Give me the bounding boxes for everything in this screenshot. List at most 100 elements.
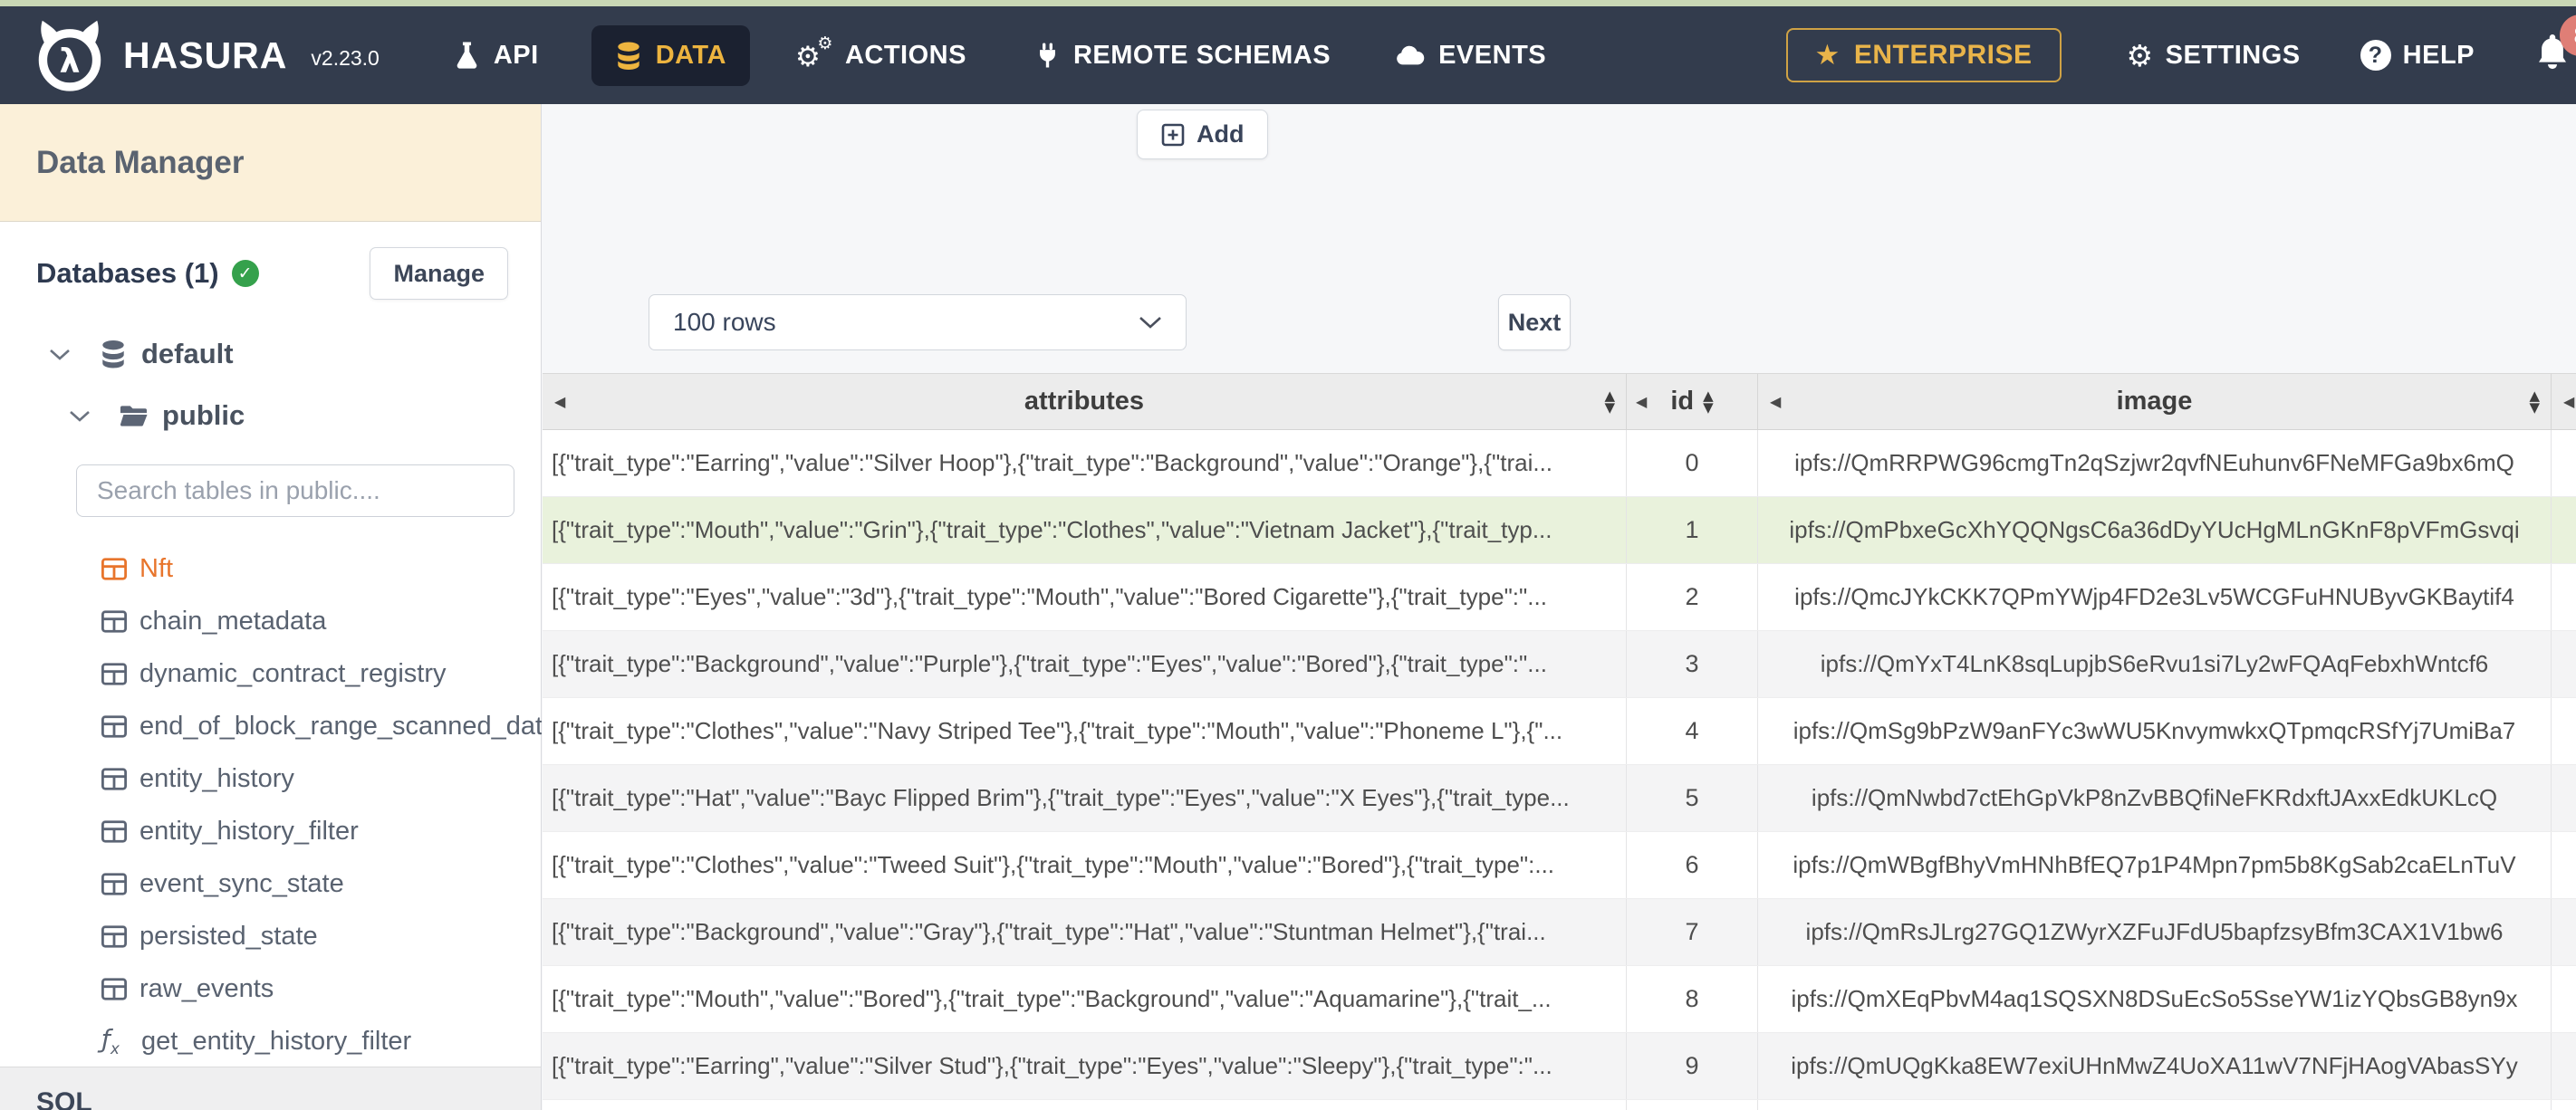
browse-rows-table: attributes id image [{"trait_type":"Earr… bbox=[543, 373, 2576, 1110]
table-item-label: Nft bbox=[139, 553, 174, 583]
nav-item-help[interactable]: ? HELP bbox=[2360, 40, 2475, 71]
database-name: default bbox=[141, 338, 234, 369]
table-item[interactable]: chain_metadata bbox=[0, 595, 541, 647]
flask-icon bbox=[454, 41, 480, 70]
table-item[interactable]: entity_history bbox=[0, 752, 541, 805]
table-row[interactable]: [{"trait_type":"Clothes","value":"Tweed … bbox=[543, 832, 2576, 899]
table-row[interactable]: [{"trait_type":"Background","value":"Gra… bbox=[543, 899, 2576, 966]
cell-overflow bbox=[2552, 564, 2576, 630]
table-item-label: persisted_state bbox=[139, 921, 318, 951]
version-label: v2.23.0 bbox=[311, 45, 380, 70]
cell-overflow bbox=[2552, 966, 2576, 1032]
tree-node-database[interactable]: default bbox=[0, 338, 541, 370]
top-navbar: λ HASURA v2.23.0 API DATA ⚙ ⚙ ACTIONS RE… bbox=[0, 6, 2576, 104]
cell-id: 6 bbox=[1627, 832, 1758, 898]
folder-open-icon bbox=[120, 404, 148, 427]
function-item[interactable]: get_entity_history_filter bbox=[0, 1015, 541, 1067]
rows-per-page-value: 100 rows bbox=[673, 308, 776, 336]
notifications-bell[interactable]: 8 bbox=[2534, 14, 2576, 78]
collapse-column-icon[interactable] bbox=[554, 395, 565, 409]
cell-overflow bbox=[2552, 899, 2576, 965]
column-header-overflow[interactable] bbox=[2552, 374, 2576, 429]
tree-node-schema[interactable]: public bbox=[0, 399, 541, 432]
column-header-image[interactable]: image bbox=[1758, 374, 2552, 429]
page-title: Data Manager bbox=[0, 104, 541, 222]
cell-overflow bbox=[2552, 765, 2576, 831]
cell-id: 3 bbox=[1627, 631, 1758, 697]
cell-id: 0 bbox=[1627, 430, 1758, 496]
help-icon: ? bbox=[2360, 40, 2391, 71]
cell-id: 1 bbox=[1627, 497, 1758, 563]
hasura-logo-icon: λ bbox=[31, 16, 109, 94]
sort-icon[interactable] bbox=[2529, 390, 2540, 414]
cell-id: 4 bbox=[1627, 698, 1758, 764]
table-row[interactable]: [{"trait_type":"Clothes","value":"Navy S… bbox=[543, 698, 2576, 765]
cell-overflow bbox=[2552, 698, 2576, 764]
nav-item-remote-schemas[interactable]: REMOTE SCHEMAS bbox=[1035, 41, 1331, 71]
add-row-button[interactable]: Add bbox=[1137, 110, 1269, 159]
cell-overflow bbox=[2552, 497, 2576, 563]
table-row[interactable]: [{"trait_type":"Eyes","value":"3d"},{"tr… bbox=[543, 564, 2576, 631]
table-row[interactable]: [{"trait_type":"Earring","value":"Silver… bbox=[543, 1033, 2576, 1100]
cell-image: ipfs://QmNwbd7ctEhGpVkP8nZvBBQfiNeFKRdxf… bbox=[1758, 765, 2552, 831]
search-tables-input[interactable] bbox=[76, 464, 514, 517]
manage-button[interactable]: Manage bbox=[370, 247, 508, 300]
cloud-icon bbox=[1396, 44, 1425, 66]
table-item[interactable]: end_of_block_range_scanned_data bbox=[0, 700, 557, 752]
table-row[interactable]: [{"trait_type":"Earring","value":"Silver… bbox=[543, 430, 2576, 497]
cell-image: ipfs://QmSg9bPzW9anFYc3wWU5KnvymwkxQTpmq… bbox=[1758, 698, 2552, 764]
table-item[interactable]: dynamic_contract_registry bbox=[0, 647, 541, 700]
table-item[interactable]: event_sync_state bbox=[0, 857, 541, 910]
cell-attributes: [{"trait_type":"Background","value":"Gra… bbox=[543, 899, 1627, 965]
table-grid-icon bbox=[101, 872, 127, 895]
table-grid-icon bbox=[101, 819, 127, 843]
rows-per-page-select[interactable]: 100 rows bbox=[649, 294, 1187, 350]
cell-overflow bbox=[2552, 1033, 2576, 1099]
chevron-down-icon[interactable] bbox=[49, 348, 71, 361]
sidebar-footer-sql[interactable]: SQL bbox=[0, 1067, 541, 1110]
sort-icon[interactable] bbox=[1703, 390, 1714, 414]
collapse-column-icon[interactable] bbox=[1770, 395, 1781, 409]
table-grid-icon bbox=[101, 977, 127, 1000]
table-item[interactable]: entity_history_filter bbox=[0, 805, 541, 857]
table-row-highlighted[interactable]: [{"trait_type":"Mouth","value":"Grin"},{… bbox=[543, 497, 2576, 564]
table-row[interactable]: [{"trait_type":"Hat","value":"Bayc Flipp… bbox=[543, 765, 2576, 832]
cell-attributes: [{"trait_type":"Clothes","value":"Navy S… bbox=[543, 698, 1627, 764]
collapse-column-icon[interactable] bbox=[2563, 395, 2574, 409]
table-item[interactable]: raw_events bbox=[0, 962, 541, 1015]
nav-item-settings[interactable]: SETTINGS bbox=[2127, 41, 2301, 71]
cell-image: ipfs://QmYxT4LnK8sqLupjbS6eRvu1si7Ly2wFQ… bbox=[1758, 631, 2552, 697]
table-row[interactable]: [{"trait_type":"Background","value":"Pur… bbox=[543, 631, 2576, 698]
cell-attributes: [{"trait_type":"Background","value":"Pur… bbox=[543, 631, 1627, 697]
collapse-column-icon[interactable] bbox=[1636, 395, 1647, 409]
cell-id: 2 bbox=[1627, 564, 1758, 630]
brand[interactable]: λ HASURA v2.23.0 bbox=[31, 16, 380, 94]
table-grid-icon bbox=[101, 557, 127, 580]
nav-item-data[interactable]: DATA bbox=[591, 24, 750, 86]
nav-item-events[interactable]: EVENTS bbox=[1396, 41, 1546, 71]
databases-label: Databases (1) bbox=[36, 257, 219, 289]
sort-icon[interactable] bbox=[1604, 390, 1615, 414]
next-page-button[interactable]: Next bbox=[1498, 294, 1571, 350]
cell-image: ipfs://QmWBgfBhyVmHNhBfEQ7p1P4Mpn7pm5b8K… bbox=[1758, 832, 2552, 898]
nav-right: ENTERPRISE SETTINGS ? HELP 8 bbox=[1785, 14, 2576, 82]
cell-image: ipfs://QmRsJLrg27GQ1ZWyrXZFuJFdU5bapfzsy… bbox=[1758, 899, 2552, 965]
table-header-row: attributes id image bbox=[543, 374, 2576, 430]
cell-overflow bbox=[2552, 832, 2576, 898]
chevron-down-icon[interactable] bbox=[69, 409, 91, 423]
enterprise-button[interactable]: ENTERPRISE bbox=[1785, 28, 2062, 82]
cell-attributes: [{"trait_type":"Earring","value":"Silver… bbox=[543, 430, 1627, 496]
table-item[interactable]: persisted_state bbox=[0, 910, 541, 962]
column-label: attributes bbox=[1024, 387, 1145, 416]
cell-id: 8 bbox=[1627, 966, 1758, 1032]
column-header-id[interactable]: id bbox=[1627, 374, 1758, 429]
table-grid-icon bbox=[101, 924, 127, 948]
database-icon bbox=[615, 41, 642, 71]
nav-item-api[interactable]: API bbox=[454, 41, 539, 71]
table-row-partial bbox=[543, 1100, 2576, 1110]
cell-id bbox=[1627, 1100, 1758, 1110]
table-row[interactable]: [{"trait_type":"Mouth","value":"Bored"},… bbox=[543, 966, 2576, 1033]
table-item-nft[interactable]: Nft bbox=[0, 542, 541, 595]
nav-item-actions[interactable]: ACTIONS bbox=[795, 35, 966, 72]
column-header-attributes[interactable]: attributes bbox=[543, 374, 1627, 429]
